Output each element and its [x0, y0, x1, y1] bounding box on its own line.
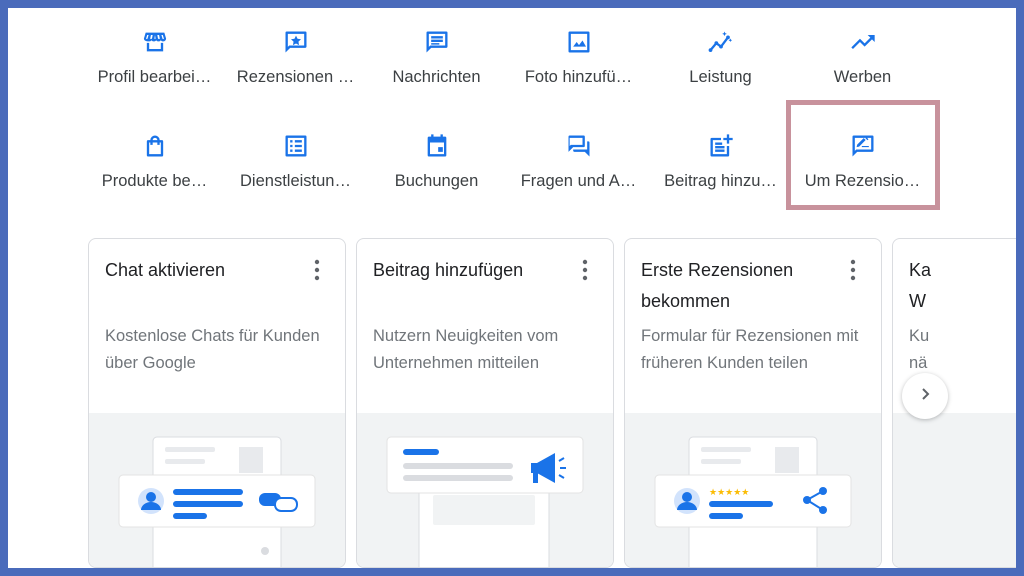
card-title: Ka W [909, 260, 932, 311]
more-vert-icon[interactable] [307, 257, 327, 283]
insights-icon [707, 28, 735, 56]
card-title: Chat aktivieren [105, 260, 226, 280]
action-label: Leistung [689, 68, 752, 86]
storefront-icon [141, 28, 169, 56]
svg-text:★★★★★: ★★★★★ [709, 488, 749, 498]
action-label: Nachrichten [392, 68, 481, 86]
carousel-next-button[interactable] [902, 373, 948, 419]
more-vert-icon[interactable] [843, 257, 863, 283]
action-products[interactable]: Produkte be… [84, 132, 225, 202]
more-vert-icon[interactable] [575, 257, 595, 283]
action-performance[interactable]: Leistung [650, 28, 791, 98]
action-label: Fragen und A… [520, 172, 637, 190]
action-label: Werben [833, 68, 892, 86]
action-edit-profile[interactable]: Profil bearbei… [84, 28, 225, 98]
card-title: Beitrag hinzufügen [373, 260, 524, 280]
card-description: Formular für Rezensionen mit früheren Ku… [641, 327, 859, 372]
card-title: Erste Rezensionen bekommen [641, 260, 794, 311]
action-services[interactable]: Dienstleistun… [225, 132, 366, 202]
suggestion-card-reviews[interactable]: Erste Rezensionen bekommen Formular für … [624, 238, 882, 568]
card-description: Kostenlose Chats für Kunden über Google [105, 327, 320, 372]
action-messages[interactable]: Nachrichten [366, 28, 507, 98]
app-frame: Profil bearbei… Rezensionen … Nachrichte… [8, 8, 1016, 568]
star-review-icon [282, 28, 310, 56]
action-label: Rezensionen … [236, 68, 355, 86]
action-add-post[interactable]: Beitrag hinzu… [650, 132, 791, 202]
card-illustration [893, 413, 1016, 567]
calendar-icon [423, 132, 451, 160]
action-label: Dienstleistun… [240, 172, 351, 190]
action-label: Beitrag hinzu… [664, 172, 777, 190]
action-bookings[interactable]: Buchungen [366, 132, 507, 202]
chat-illustration [89, 413, 345, 567]
chevron-right-icon [917, 386, 933, 407]
message-icon [423, 28, 451, 56]
suggestion-card-post[interactable]: Beitrag hinzufügen Nutzern Neuigkeiten v… [356, 238, 614, 568]
post-add-icon [707, 132, 735, 160]
forum-icon [565, 132, 593, 160]
action-label: Buchungen [394, 172, 479, 190]
list-icon [282, 132, 310, 160]
action-reviews[interactable]: Rezensionen … [225, 28, 366, 98]
card-description: Nutzern Neuigkeiten vom Unternehmen mitt… [373, 327, 559, 372]
action-advertise[interactable]: Werben [792, 28, 933, 98]
action-questions-answers[interactable]: Fragen und A… [508, 132, 649, 202]
action-label: Profil bearbei… [97, 68, 212, 86]
trending-up-icon [849, 28, 877, 56]
action-label: Foto hinzufü… [524, 68, 633, 86]
reviews-illustration: ★★★★★ [625, 413, 881, 567]
highlight-box [786, 100, 940, 210]
suggestion-card-chat[interactable]: Chat aktivieren Kostenlose Chats für Kun… [88, 238, 346, 568]
post-illustration [357, 413, 613, 567]
action-label: Produkte be… [101, 172, 208, 190]
photo-icon [565, 28, 593, 56]
card-description: Ku nä [909, 327, 930, 372]
shopping-bag-icon [141, 132, 169, 160]
action-add-photo[interactable]: Foto hinzufü… [508, 28, 649, 98]
